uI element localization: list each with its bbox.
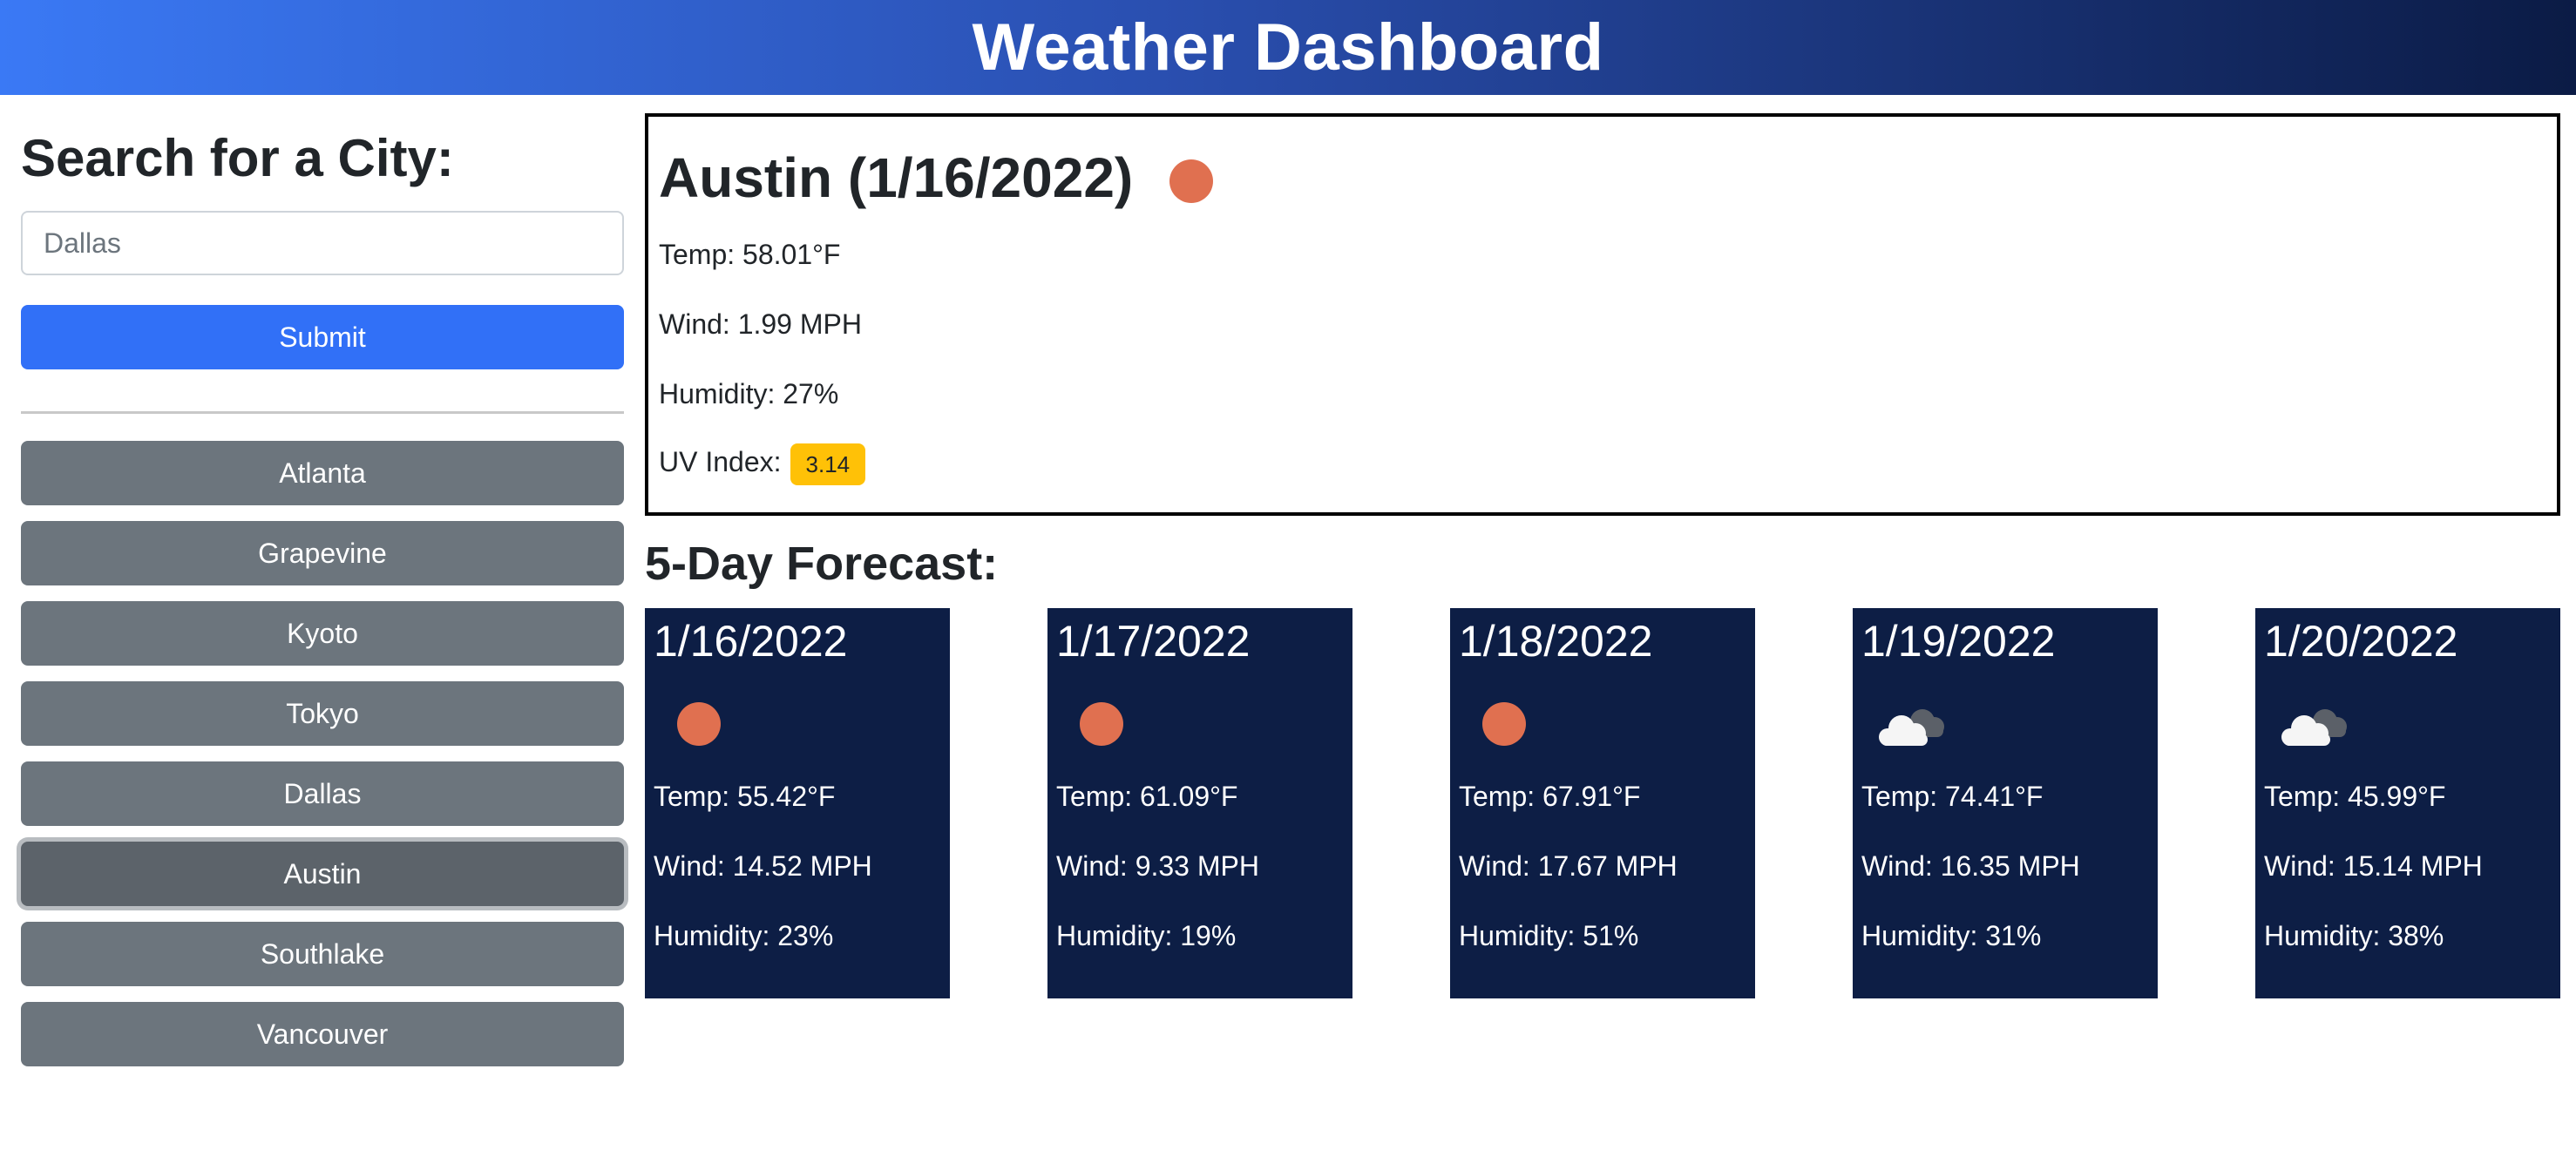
cloud-icon bbox=[2281, 709, 2347, 746]
sun-icon bbox=[1482, 702, 1526, 746]
forecast-temp: Temp: 67.91°F bbox=[1459, 781, 1641, 812]
forecast-humidity: Humidity: 51% bbox=[1459, 920, 1639, 951]
history-city-button[interactable]: Grapevine bbox=[21, 521, 624, 585]
history-city-button[interactable]: Southlake bbox=[21, 922, 624, 986]
search-heading: Search for a City: bbox=[21, 129, 454, 187]
forecast-date: 1/20/2022 bbox=[2264, 617, 2458, 666]
history-city-button[interactable]: Vancouver bbox=[21, 1002, 624, 1066]
history-city-button[interactable]: Kyoto bbox=[21, 601, 624, 666]
forecast-card: 1/16/2022 Temp: 55.42°F Wind: 14.52 MPH … bbox=[645, 608, 950, 998]
forecast-humidity: Humidity: 31% bbox=[1861, 920, 2042, 951]
forecast-cards: 1/16/2022 Temp: 55.42°F Wind: 14.52 MPH … bbox=[645, 608, 2560, 998]
sidebar-divider bbox=[21, 411, 624, 414]
forecast-humidity: Humidity: 23% bbox=[654, 920, 834, 951]
forecast-wind: Wind: 9.33 MPH bbox=[1056, 850, 1259, 882]
forecast-wind: Wind: 15.14 MPH bbox=[2264, 850, 2483, 882]
search-sidebar: Search for a City: Submit Atlanta Grapev… bbox=[21, 122, 624, 1066]
forecast-date: 1/19/2022 bbox=[1861, 617, 2056, 666]
current-humidity: Humidity: 27% bbox=[659, 378, 839, 409]
current-temp: Temp: 58.01°F bbox=[659, 239, 841, 270]
current-title-row: Austin (1/16/2022) bbox=[659, 134, 1214, 221]
forecast-card: 1/17/2022 Temp: 61.09°F Wind: 9.33 MPH H… bbox=[1047, 608, 1352, 998]
search-history-list: Atlanta Grapevine Kyoto Tokyo Dallas Aus… bbox=[21, 441, 624, 1082]
current-uv-row: UV Index: 3.14 bbox=[659, 437, 866, 486]
uv-label: UV Index: bbox=[659, 446, 782, 477]
forecast-temp: Temp: 45.99°F bbox=[2264, 781, 2446, 812]
forecast-wind: Wind: 17.67 MPH bbox=[1459, 850, 1678, 882]
forecast-wind: Wind: 14.52 MPH bbox=[654, 850, 872, 882]
city-search-input[interactable] bbox=[21, 211, 624, 275]
history-city-button[interactable]: Atlanta bbox=[21, 441, 624, 505]
current-wind: Wind: 1.99 MPH bbox=[659, 308, 862, 340]
forecast-temp: Temp: 55.42°F bbox=[654, 781, 836, 812]
forecast-heading: 5-Day Forecast: bbox=[645, 538, 999, 590]
forecast-temp: Temp: 61.09°F bbox=[1056, 781, 1238, 812]
current-weather-panel: Austin (1/16/2022) Temp: 58.01°F Wind: 1… bbox=[645, 113, 2560, 516]
forecast-wind: Wind: 16.35 MPH bbox=[1861, 850, 2080, 882]
sun-icon bbox=[1169, 159, 1214, 203]
forecast-humidity: Humidity: 19% bbox=[1056, 920, 1237, 951]
forecast-date: 1/17/2022 bbox=[1056, 617, 1251, 666]
sun-icon bbox=[677, 702, 721, 746]
submit-button[interactable]: Submit bbox=[21, 305, 624, 369]
history-city-button[interactable]: Tokyo bbox=[21, 681, 624, 746]
sun-icon bbox=[1080, 702, 1123, 746]
header-bar: Weather Dashboard bbox=[0, 0, 2576, 95]
page-title: Weather Dashboard bbox=[972, 10, 1604, 85]
forecast-temp: Temp: 74.41°F bbox=[1861, 781, 2044, 812]
uv-index-badge: 3.14 bbox=[790, 443, 866, 485]
history-city-button[interactable]: Dallas bbox=[21, 761, 624, 826]
forecast-date: 1/18/2022 bbox=[1459, 617, 1653, 666]
cloud-icon bbox=[1879, 709, 1944, 746]
forecast-card: 1/20/2022 Temp: 45.99°F Wind: 15.14 MPH … bbox=[2255, 608, 2560, 998]
history-city-button-active[interactable]: Austin bbox=[21, 842, 624, 906]
current-city-title: Austin (1/16/2022) bbox=[659, 146, 1134, 209]
forecast-humidity: Humidity: 38% bbox=[2264, 920, 2444, 951]
forecast-card: 1/18/2022 Temp: 67.91°F Wind: 17.67 MPH … bbox=[1450, 608, 1755, 998]
forecast-card: 1/19/2022 Temp: 74.41°F Wind: 16.35 MPH … bbox=[1853, 608, 2158, 998]
forecast-date: 1/16/2022 bbox=[654, 617, 848, 666]
